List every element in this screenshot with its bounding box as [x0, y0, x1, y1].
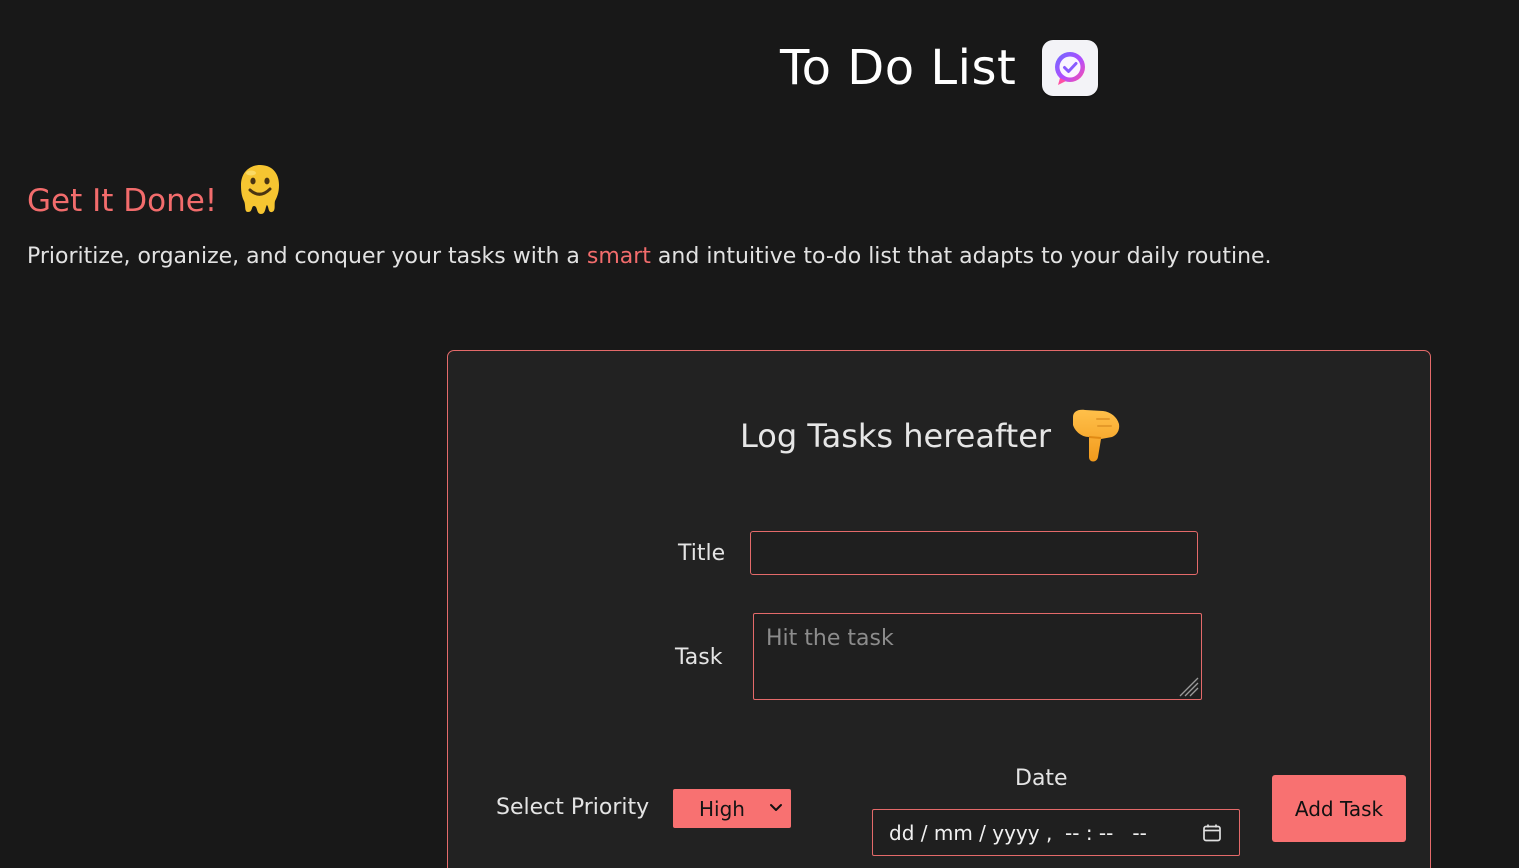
- task-label: Task: [675, 645, 723, 670]
- add-task-button[interactable]: Add Task: [1272, 775, 1406, 842]
- task-form-card: Log Tasks hereafter Title Task Hit the t…: [447, 350, 1431, 868]
- tagline-text-start: Prioritize, organize, and conquer your t…: [27, 244, 587, 269]
- hero-tagline: Prioritize, organize, and conquer your t…: [27, 244, 1272, 269]
- date-placeholder: dd / mm / yyyy , -- : -- --: [889, 820, 1147, 845]
- priority-selected-value: High: [699, 796, 745, 821]
- tagline-text-end: and intuitive to-do list that adapts to …: [650, 244, 1272, 269]
- tagline-accent-word: smart: [586, 244, 651, 269]
- priority-select[interactable]: High: [673, 789, 791, 828]
- check-chat-icon: [1042, 40, 1099, 96]
- form-title: Log Tasks hereafter: [740, 417, 1052, 455]
- chevron-down-icon: [770, 804, 782, 811]
- pointing-down-hand-icon: [1069, 407, 1123, 469]
- app-title: To Do List: [780, 40, 1017, 96]
- title-input[interactable]: [750, 531, 1198, 575]
- form-heading: Log Tasks hereafter: [740, 403, 1123, 469]
- page: To Do List Get It Done! Prioritize, orga…: [0, 0, 1519, 868]
- calendar-icon[interactable]: [1202, 823, 1222, 843]
- hero-heading: Get It Done!: [27, 163, 283, 219]
- hero-title: Get It Done!: [27, 183, 218, 219]
- task-placeholder: Hit the task: [766, 626, 894, 651]
- melting-face-icon: [237, 163, 283, 219]
- date-input[interactable]: dd / mm / yyyy , -- : -- --: [872, 809, 1240, 856]
- task-textarea[interactable]: Hit the task: [753, 613, 1202, 700]
- resize-handle-icon[interactable]: [1177, 675, 1199, 697]
- priority-label: Select Priority: [496, 795, 650, 820]
- date-label: Date: [1015, 766, 1068, 791]
- title-label: Title: [678, 541, 726, 566]
- app-header: To Do List: [780, 40, 1099, 96]
